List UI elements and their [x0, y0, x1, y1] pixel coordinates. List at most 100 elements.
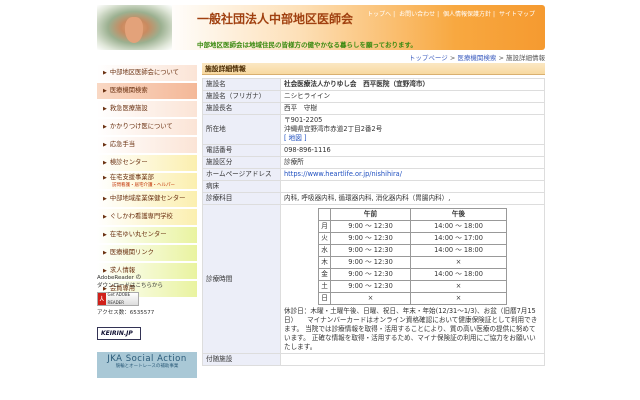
row-label: 施設名: [202, 78, 281, 91]
site-title[interactable]: 一般社団法人中部地区医師会: [197, 10, 353, 27]
hours-row: 月 9:00 〜 12:30 14:00 〜 18:00: [318, 220, 507, 233]
row-label: ホームページアドレス: [202, 168, 281, 181]
hours-pm: ×: [410, 280, 507, 293]
row-label: 施設区分: [202, 156, 281, 169]
hours-note: 休診日：木曜・土曜午後、日曜、祝日、年末・年始(12/31〜1/3)、お盆（旧暦…: [284, 307, 538, 351]
facility-tel: 098-896-1116: [280, 144, 545, 157]
table-row: 施設区分 診療所: [202, 156, 545, 169]
sidebar-item-links[interactable]: ▶ 医療機関リンク: [97, 245, 197, 261]
hours-pm: ×: [410, 256, 507, 269]
hours-day: 土: [318, 280, 331, 293]
sidebar-item-occupational-health[interactable]: ▶ 中部地域産業保健センター: [97, 191, 197, 207]
table-row: 施設名（フリガナ） ニシヒライイン: [202, 90, 545, 103]
breadcrumb-current: 施設詳細情報: [506, 54, 545, 62]
hours-corner: [318, 208, 331, 221]
table-row: 診療時間 午前 午後 月 9:00 〜 12:30 14:00 〜 18:00 火 9:0…: [202, 204, 545, 354]
sidebar-item-first-aid[interactable]: ▶ 応急手当: [97, 137, 197, 153]
top-link-contact[interactable]: お問い合わせ: [399, 11, 435, 18]
access-counter: アクセス数：6535577: [97, 310, 155, 316]
sidebar-item-checkup[interactable]: ▶ 検診センター: [97, 155, 197, 171]
facility-kana: ニシヒライイン: [280, 90, 545, 103]
table-row: 施設長名 西平 守樹: [202, 102, 545, 115]
jka-subtitle: 競輪とオートレースの補助事業: [115, 364, 179, 369]
address-text: 沖縄県宜野湾市赤道2丁目2番2号: [284, 125, 383, 133]
hours-cell: 午前 午後 月 9:00 〜 12:30 14:00 〜 18:00 火 9:00 〜 1…: [280, 204, 545, 354]
hours-table: 午前 午後 月 9:00 〜 12:30 14:00 〜 18:00 火 9:00 〜 1…: [318, 208, 507, 305]
facility-detail-table: 施設名 社会医療法人かりゆし会 西平医院（宜野湾市） 施設名（フリガナ） ニシヒライ…: [202, 78, 545, 366]
sidebar-item-family-doctor[interactable]: ▶ かかりつけ医について: [97, 119, 197, 135]
hours-day: 木: [318, 256, 331, 269]
table-row: 付随施設: [202, 353, 545, 366]
hours-pm: 14:00 〜 18:00: [410, 268, 507, 281]
row-label: 施設名（フリガナ）: [202, 90, 281, 103]
breadcrumb-sep: >: [498, 54, 504, 62]
hours-day: 火: [318, 232, 331, 245]
row-label: 診療時間: [202, 204, 281, 354]
keirin-banner[interactable]: KEIRIN.JP: [97, 327, 141, 340]
hours-row: 火 9:00 〜 12:30 14:00 〜 17:00: [318, 232, 507, 245]
sidebar-item-nursing-school[interactable]: ▶ ぐしかわ看護専門学校: [97, 209, 197, 225]
sidebar-nav: ▶ 中部地区医師会について ▶ 医療機関検索 ▶ 救急医療施設 ▶ かかりつけ医について…: [97, 65, 197, 299]
jka-banner[interactable]: JKA Social Action 競輪とオートレースの補助事業: [97, 352, 197, 378]
hours-day: 金: [318, 268, 331, 281]
hours-am: 9:00 〜 12:30: [330, 232, 411, 245]
pdf-icon: ⅄: [98, 293, 106, 305]
hours-pm: ×: [410, 292, 507, 305]
adobe-download-text: ダウンロードはこちらから: [97, 283, 164, 289]
sidebar-item-label: 医療機関リンク: [109, 249, 154, 256]
hours-row: 土 9:00 〜 12:30 ×: [318, 280, 507, 293]
sidebar-item-label: 在宅支援事業部: [109, 174, 154, 181]
hours-day: 月: [318, 220, 331, 233]
top-link-sitemap[interactable]: サイトマップ: [499, 11, 535, 18]
table-row: ホームページアドレス https://www.heartlife.or.jp/ni…: [202, 168, 545, 181]
facility-beds: [280, 180, 545, 193]
facility-head: 西平 守樹: [280, 102, 545, 115]
homepage-link[interactable]: https://www.heartlife.or.jp/nishihira/: [284, 170, 402, 178]
table-row: 所在地 〒901-2205 沖縄県宜野湾市赤道2丁目2番2号[ 地図 ]: [202, 114, 545, 145]
sidebar-item-about[interactable]: ▶ 中部地区医師会について: [97, 65, 197, 81]
sidebar-item-home-care[interactable]: ▶ 在宅支援事業部 訪問看護・居宅介護・ヘルパー: [97, 173, 197, 189]
row-label: 病床: [202, 180, 281, 193]
sidebar-item-yuimaru[interactable]: ▶ 在宅ゆい丸センター: [97, 227, 197, 243]
breadcrumb-home[interactable]: トップページ: [409, 54, 448, 62]
sidebar-item-label: かかりつけ医について: [109, 123, 173, 130]
adobe-text: AdobeReader の: [97, 275, 142, 281]
facility-address: 〒901-2205 沖縄県宜野湾市赤道2丁目2番2号[ 地図 ]: [280, 114, 545, 145]
top-links: トップへ | お問い合わせ | 個人情報保護方針 | サイトマップ: [367, 11, 535, 18]
map-link[interactable]: [ 地図 ]: [284, 134, 307, 142]
breadcrumb-sep: >: [449, 54, 456, 62]
section-title: 施設詳細情報: [202, 63, 545, 75]
attached-facility: [280, 353, 545, 366]
pm-header: 午後: [410, 208, 507, 221]
hours-day: 日: [318, 292, 331, 305]
table-row: 施設名 社会医療法人かりゆし会 西平医院（宜野湾市）: [202, 78, 545, 91]
sidebar-item-label: 検診センター: [109, 159, 148, 166]
hours-row: 金 9:00 〜 12:30 14:00 〜 18:00: [318, 268, 507, 281]
sidebar-item-label: 救急医療施設: [109, 105, 148, 112]
row-label: 診療科目: [202, 192, 281, 205]
table-row: 病床: [202, 180, 545, 193]
hours-am: 9:00 〜 12:30: [330, 244, 411, 257]
hours-am: 9:00 〜 12:30: [330, 256, 411, 269]
hours-pm: 14:00 〜 18:00: [410, 244, 507, 257]
sidebar-item-search[interactable]: ▶ 医療機関検索: [97, 83, 197, 99]
logo-image[interactable]: [97, 5, 172, 50]
hours-row: 水 9:00 〜 12:30 14:00 〜 18:00: [318, 244, 507, 257]
top-link-privacy[interactable]: 個人情報保護方針: [443, 11, 491, 18]
adobe-reader-button[interactable]: ⅄ Get ADOBE READER: [97, 292, 139, 306]
hours-row: 日 × ×: [318, 292, 507, 305]
hours-row: 木 9:00 〜 12:30 ×: [318, 256, 507, 269]
facility-name: 社会医療法人かりゆし会 西平医院（宜野湾市）: [280, 78, 545, 91]
sidebar-item-label: 医療機関検索: [109, 87, 148, 94]
adobe-badge-label: Get ADOBE READER: [107, 292, 131, 305]
sidebar-item-label: 求人情報: [109, 267, 136, 274]
row-label: 所在地: [202, 114, 281, 145]
sidebar-item-label: 応急手当: [109, 141, 136, 148]
sidebar-item-emergency[interactable]: ▶ 救急医療施設: [97, 101, 197, 117]
main-content: 施設詳細情報 施設名 社会医療法人かりゆし会 西平医院（宜野湾市） 施設名（フリガ…: [202, 63, 545, 366]
breadcrumb-search[interactable]: 医療機関検索: [457, 54, 496, 62]
table-row: 診療科目 内科, 呼吸器内科, 循環器内科, 消化器内科（胃腸内科）,: [202, 192, 545, 205]
top-link-home[interactable]: トップへ: [367, 11, 391, 18]
sidebar-item-label: ぐしかわ看護専門学校: [109, 213, 173, 220]
sidebar-extras: AdobeReader の ダウンロードはこちらから ⅄ Get ADOBE RE…: [97, 274, 197, 378]
